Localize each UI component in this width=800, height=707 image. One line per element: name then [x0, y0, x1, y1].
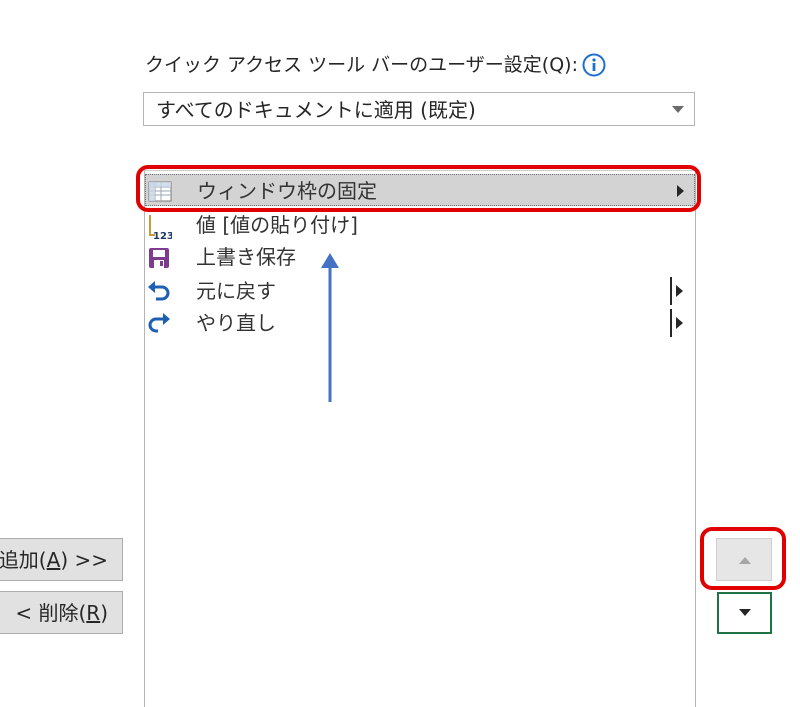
- remove-button-prefix: < 削除(: [15, 600, 87, 625]
- list-item-save[interactable]: 上書き保存: [145, 241, 695, 273]
- split-divider: [670, 309, 672, 337]
- info-circle-icon[interactable]: [582, 53, 606, 77]
- add-button[interactable]: 追加(A) >>: [0, 538, 123, 581]
- remove-button-suffix: ): [100, 600, 108, 625]
- undo-icon: [146, 279, 172, 305]
- list-item-label: 上書き保存: [196, 245, 296, 269]
- split-dropdown-button[interactable]: [670, 277, 686, 305]
- add-button-suffix: ) >>: [60, 547, 108, 572]
- customize-qat-label-text: クイック アクセス ツール バーのユーザー設定(Q):: [145, 54, 578, 76]
- customize-qat-label: クイック アクセス ツール バーのユーザー設定(Q):: [145, 51, 606, 79]
- chevron-right-icon: [676, 317, 683, 329]
- add-button-prefix: 追加(: [0, 547, 47, 572]
- triangle-down-icon: [739, 609, 751, 616]
- qat-scope-value: すべてのドキュメントに適用 (既定): [156, 98, 476, 122]
- list-item-redo[interactable]: やり直し: [145, 307, 695, 339]
- paste-values-icon: 123: [146, 213, 174, 242]
- save-icon: [146, 245, 172, 271]
- split-dropdown-button[interactable]: [670, 309, 686, 337]
- list-item-label: やり直し: [196, 311, 276, 335]
- svg-text:123: 123: [153, 231, 172, 239]
- remove-button[interactable]: < 削除(R): [0, 591, 123, 634]
- qat-scope-dropdown[interactable]: すべてのドキュメントに適用 (既定): [143, 92, 695, 126]
- list-item-paste-values[interactable]: 123 値 [値の貼り付け]: [145, 209, 695, 242]
- annotation-highlight-move-up: [700, 527, 786, 590]
- annotation-highlight-selected-item: [136, 165, 701, 212]
- split-divider: [670, 277, 672, 305]
- move-down-button[interactable]: [717, 592, 772, 634]
- list-item-label: 元に戻す: [196, 279, 276, 303]
- qat-customize-panel: クイック アクセス ツール バーのユーザー設定(Q): すべてのドキュメントに適…: [0, 0, 800, 707]
- list-item-label: 値 [値の貼り付け]: [196, 213, 358, 237]
- chevron-right-icon: [676, 285, 683, 297]
- add-button-accesskey: A: [46, 547, 61, 572]
- remove-button-accesskey: R: [86, 600, 101, 625]
- list-item-undo[interactable]: 元に戻す: [145, 275, 695, 307]
- qat-commands-list[interactable]: ウィンドウ枠の固定 123 値 [値の貼り付け] 上書き保存 元に戻す やり直し: [144, 170, 696, 707]
- redo-icon: [146, 311, 172, 337]
- chevron-down-icon: [672, 106, 684, 113]
- annotation-arrow-up-icon: [321, 253, 339, 402]
